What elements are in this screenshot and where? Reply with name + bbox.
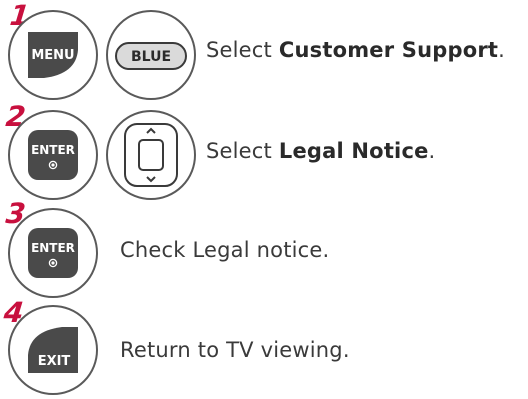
step-1-suffix: . <box>498 38 506 62</box>
menu-button[interactable]: MENU <box>4 8 102 102</box>
exit-button-label: EXIT <box>38 354 71 369</box>
step-1-bold: Customer Support <box>278 38 499 62</box>
blue-button[interactable]: BLUE <box>102 8 200 102</box>
enter-button-step3[interactable]: ENTER <box>4 206 102 300</box>
step-4-prefix: Return to TV viewing. <box>120 338 350 362</box>
navigation-pad-button[interactable] <box>102 108 200 202</box>
menu-button-label: MENU <box>31 48 74 63</box>
step-3-instruction: Check Legal notice. <box>120 238 329 262</box>
step-1-prefix: Select <box>206 38 279 62</box>
step-2-instruction: Select Legal Notice. <box>206 139 435 163</box>
exit-button[interactable]: EXIT <box>4 303 102 397</box>
step-2-bold: Legal Notice <box>278 139 429 163</box>
enter-button-label: ENTER <box>31 143 75 157</box>
step-1-instruction: Select Customer Support. <box>206 38 505 62</box>
blue-button-label: BLUE <box>131 49 171 65</box>
step-2-suffix: . <box>428 139 436 163</box>
enter-button-step3-label: ENTER <box>31 241 75 255</box>
enter-button[interactable]: ENTER <box>4 108 102 202</box>
step-3-prefix: Check Legal notice. <box>120 238 330 262</box>
step-4-instruction: Return to TV viewing. <box>120 338 350 362</box>
step-2-prefix: Select <box>206 139 279 163</box>
